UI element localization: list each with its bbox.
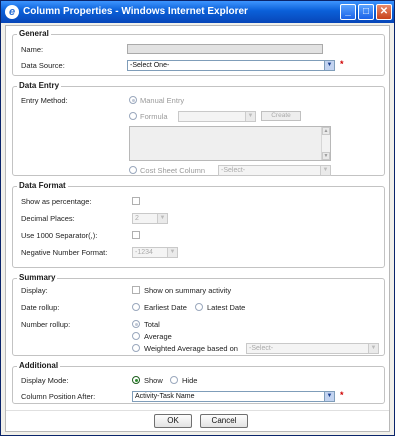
display-mode-label: Display Mode: [21,376,69,385]
formula-textarea[interactable]: ▲ ▼ [129,126,331,161]
general-section: General Name: Data Source: -Select One- … [12,29,385,76]
separator-checkbox[interactable] [132,231,140,239]
hide-label: Hide [182,376,198,385]
show-on-summary-checkbox[interactable] [132,286,140,294]
title-bar[interactable]: e Column Properties - Windows Internet E… [1,1,394,23]
data-source-value: -Select One- [130,62,170,69]
separator-label: Use 1000 Separator(,): [21,231,98,240]
weighted-average-select-value: -Select- [249,345,274,352]
total-label: Total [144,320,160,329]
earliest-date-label: Earliest Date [144,303,187,312]
name-label: Name: [21,45,44,54]
chevron-down-icon: ▼ [368,344,378,353]
cancel-button[interactable]: Cancel [200,414,248,428]
internet-explorer-icon: e [5,5,19,19]
number-rollup-label: Number rollup: [21,320,71,329]
data-source-select[interactable]: -Select One- ▼ [127,60,335,71]
cost-sheet-select-value: -Select- [221,167,246,174]
textarea-scrollbar[interactable]: ▲ ▼ [321,127,330,160]
show-percentage-checkbox[interactable] [132,197,140,205]
chevron-down-icon: ▼ [245,112,255,121]
scroll-down-icon[interactable]: ▼ [322,152,330,160]
summary-legend: Summary [17,273,58,282]
decimal-places-label: Decimal Places: [21,214,75,223]
maximize-button[interactable]: □ [358,4,374,20]
chevron-down-icon: ▼ [324,392,334,401]
additional-section: Additional Display Mode: Show Hide Colum… [12,361,385,404]
date-rollup-label: Date rollup: [21,303,60,312]
name-field[interactable] [127,44,323,54]
show-radio[interactable] [132,376,140,384]
chevron-down-icon: ▼ [167,248,177,257]
average-label: Average [144,332,172,341]
chevron-down-icon: ▼ [324,61,334,70]
display-label: Display: [21,286,48,295]
data-format-section: Data Format Show as percentage: Decimal … [12,181,385,268]
data-entry-legend: Data Entry [17,81,62,90]
create-button[interactable]: Create [261,111,301,121]
formula-select[interactable]: ▼ [178,111,256,122]
ok-button[interactable]: OK [154,414,192,428]
show-on-summary-label: Show on summary activity [144,286,232,295]
cost-sheet-select[interactable]: -Select- ▼ [218,165,331,176]
chevron-down-icon: ▼ [320,166,330,175]
show-label: Show [144,376,163,385]
additional-legend: Additional [17,361,61,370]
show-percentage-label: Show as percentage: [21,197,92,206]
entry-method-label: Entry Method: [21,96,68,105]
weighted-average-radio[interactable] [132,344,140,352]
formula-radio[interactable] [129,112,137,120]
cost-sheet-column-radio[interactable] [129,166,137,174]
weighted-average-label: Weighted Average based on [144,344,238,353]
close-button[interactable]: ✕ [376,4,392,20]
window-title: Column Properties - Windows Internet Exp… [23,6,248,17]
decimal-places-select[interactable]: 2 ▼ [132,213,168,224]
latest-date-radio[interactable] [195,303,203,311]
ie-window: e Column Properties - Windows Internet E… [0,0,395,436]
earliest-date-radio[interactable] [132,303,140,311]
minimize-button[interactable]: _ [340,4,356,20]
required-marker: * [340,59,344,69]
summary-section: Summary Display: Show on summary activit… [12,273,385,356]
negative-format-value: -1234 [135,249,153,256]
negative-format-select[interactable]: -1234 ▼ [132,247,178,258]
latest-date-label: Latest Date [207,303,246,312]
total-radio[interactable] [132,320,140,328]
scroll-up-icon[interactable]: ▲ [322,127,330,135]
manual-entry-radio[interactable] [129,96,137,104]
data-format-legend: Data Format [17,181,68,190]
hide-radio[interactable] [170,376,178,384]
average-radio[interactable] [132,332,140,340]
dialog-footer: OK Cancel [6,410,389,431]
required-marker: * [340,390,344,400]
weighted-average-select[interactable]: -Select- ▼ [246,343,379,354]
decimal-places-value: 2 [135,215,139,222]
chevron-down-icon: ▼ [157,214,167,223]
cost-sheet-column-label: Cost Sheet Column [140,166,206,175]
data-entry-section: Data Entry Entry Method: Manual Entry Fo… [12,81,385,176]
column-position-value: Activity-Task Name [135,393,195,400]
data-source-label: Data Source: [21,61,65,70]
manual-entry-label: Manual Entry [140,96,185,105]
formula-label: Formula [140,112,168,121]
dialog-body: General Name: Data Source: -Select One- … [5,25,390,432]
column-position-select[interactable]: Activity-Task Name ▼ [132,391,335,402]
negative-format-label: Negative Number Format: [21,248,108,257]
column-position-label: Column Position After: [21,392,96,401]
general-legend: General [17,29,51,38]
